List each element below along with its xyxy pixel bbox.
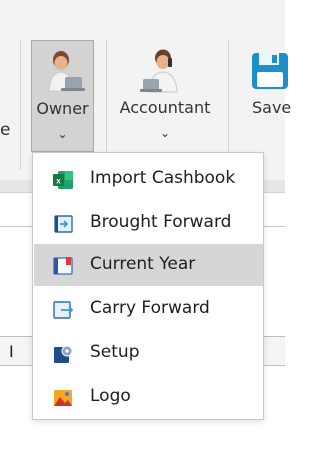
menu-item-import-cashbook[interactable]: x Import Cashbook: [34, 158, 263, 200]
accountant-label: Accountant: [119, 98, 211, 117]
book-arrow-out-icon: [53, 301, 74, 319]
person-phone-icon: [140, 49, 178, 93]
owner-label: Owner: [36, 99, 89, 118]
ribbon-separator: [228, 40, 229, 170]
ribbon-separator: [106, 40, 107, 170]
menu-item-carry-forward[interactable]: Carry Forward: [34, 288, 263, 330]
text-cursor: I: [9, 342, 14, 361]
book-arrow-in-icon: [54, 215, 73, 233]
menu-item-brought-forward[interactable]: Brought Forward: [34, 202, 263, 244]
menu-item-label: Brought Forward: [90, 212, 232, 232]
gear-book-icon: [54, 345, 73, 363]
ribbon-edge-text: e: [0, 120, 11, 140]
chevron-down-icon: ⌄: [159, 126, 171, 140]
save-button[interactable]: Save: [246, 40, 306, 152]
owner-button[interactable]: Owner ⌄: [31, 40, 94, 152]
ribbon-separator: [20, 40, 21, 170]
open-book-icon: [53, 257, 73, 275]
menu-item-setup[interactable]: Setup: [34, 332, 263, 374]
person-laptop-icon: [48, 51, 85, 92]
excel-icon: x: [53, 171, 73, 189]
floppy-disk-icon: [252, 53, 288, 89]
menu-item-label: Import Cashbook: [90, 168, 236, 188]
menu-item-label: Current Year: [90, 254, 196, 274]
svg-text:x: x: [56, 177, 61, 186]
menu-item-logo[interactable]: Logo: [34, 376, 263, 418]
menu-item-current-year[interactable]: Current Year: [34, 244, 263, 286]
menu-item-label: Logo: [90, 386, 131, 406]
menu-item-label: Carry Forward: [90, 298, 210, 318]
menu-item-label: Setup: [90, 342, 140, 362]
owner-dropdown-menu: x Import Cashbook Brought Forward Curren…: [32, 152, 264, 420]
accountant-button[interactable]: Accountant ⌄: [112, 40, 218, 152]
save-label: Save: [252, 98, 292, 117]
picture-icon: [54, 390, 72, 406]
chevron-down-icon: ⌄: [57, 127, 68, 141]
